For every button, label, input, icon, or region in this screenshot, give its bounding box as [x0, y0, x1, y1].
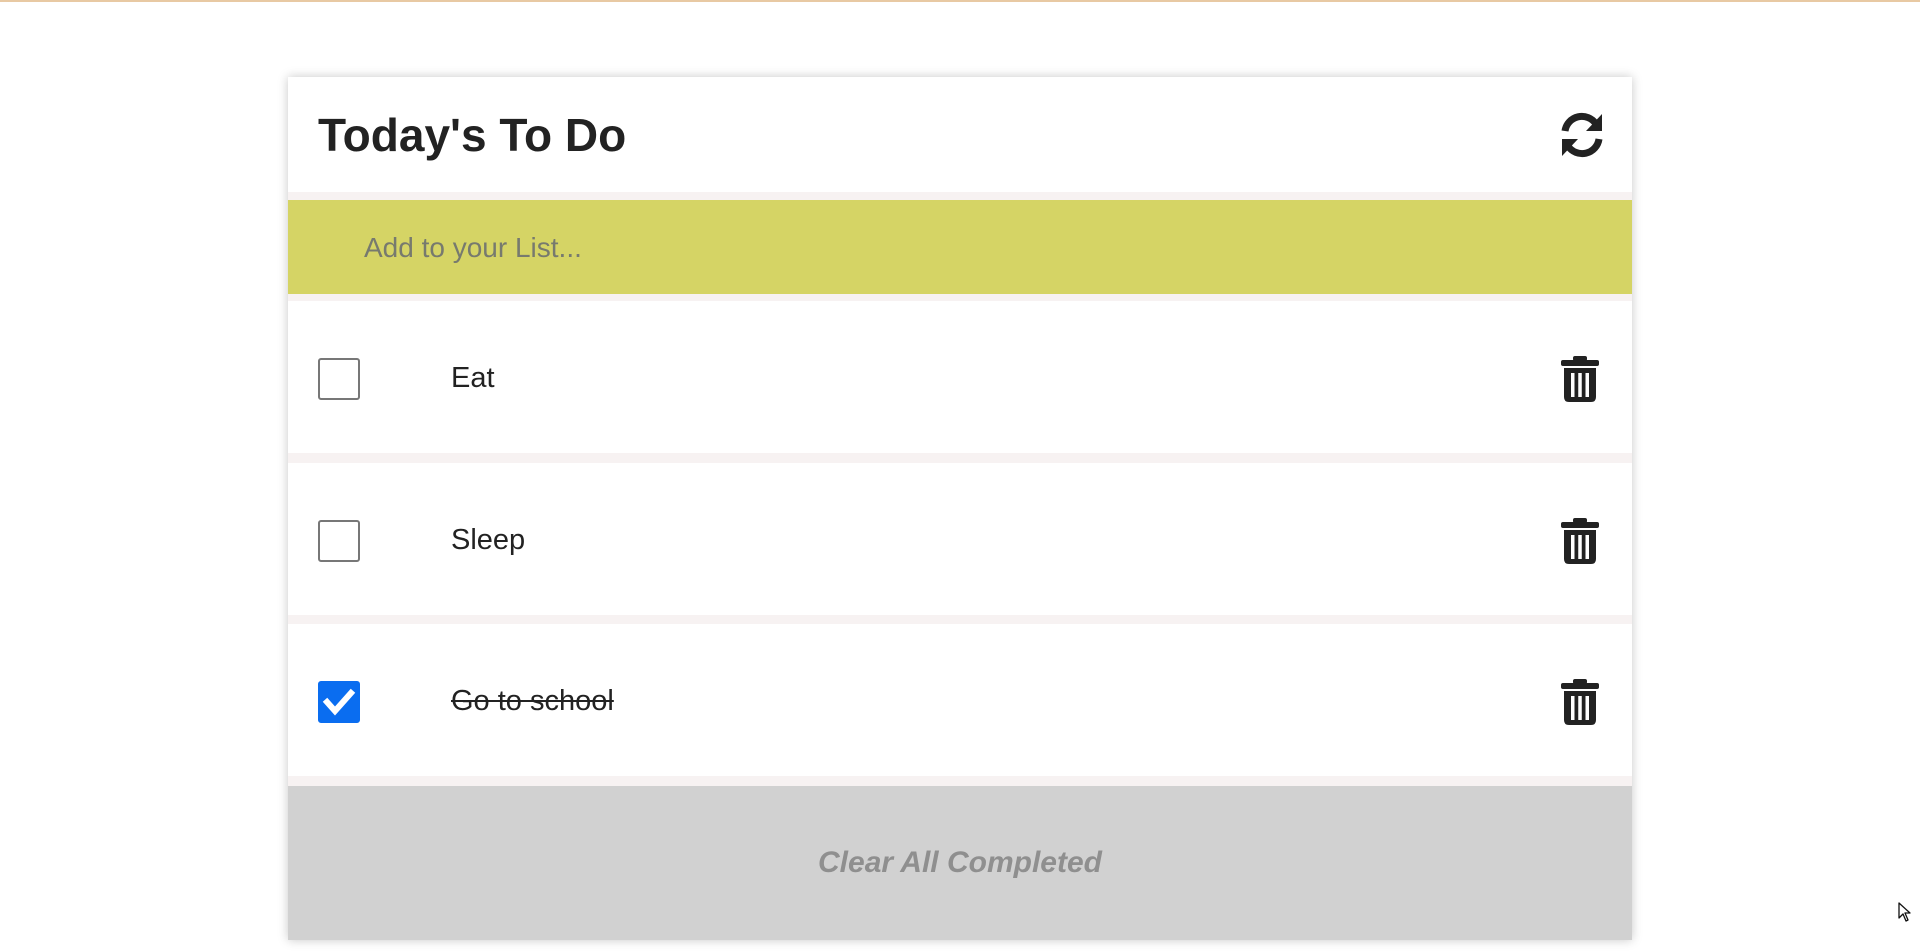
trash-icon — [1561, 518, 1599, 564]
delete-button[interactable] — [1560, 679, 1600, 725]
delete-button[interactable] — [1560, 356, 1600, 402]
todo-checkbox[interactable] — [318, 358, 360, 400]
todo-card: Today's To Do Eat — [288, 77, 1632, 940]
todo-item: Go to school — [288, 624, 1632, 776]
todo-item: Sleep — [288, 463, 1632, 615]
checkmark-icon — [322, 688, 356, 716]
todo-text: Eat — [451, 362, 495, 394]
trash-icon — [1561, 679, 1599, 725]
delete-button[interactable] — [1560, 518, 1600, 564]
todo-text: Go to school — [451, 685, 614, 717]
trash-icon — [1561, 356, 1599, 402]
todo-checkbox[interactable] — [318, 520, 360, 562]
page-title: Today's To Do — [318, 109, 627, 161]
add-item-input[interactable] — [362, 224, 1566, 272]
clear-completed-button[interactable]: Clear All Completed — [288, 786, 1632, 940]
todo-header: Today's To Do — [288, 77, 1632, 192]
clear-completed-label: Clear All Completed — [818, 846, 1102, 879]
top-divider — [0, 0, 1920, 2]
todo-item: Eat — [288, 301, 1632, 453]
add-item-bar — [288, 200, 1632, 294]
refresh-icon — [1561, 112, 1603, 158]
todo-text: Sleep — [451, 524, 526, 556]
refresh-button[interactable] — [1556, 109, 1608, 161]
todo-checkbox[interactable] — [318, 681, 360, 723]
mouse-cursor-icon — [1898, 902, 1911, 922]
